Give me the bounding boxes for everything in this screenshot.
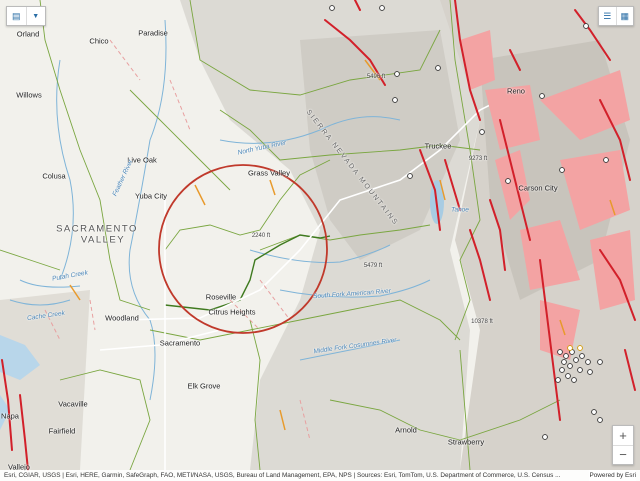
- city-label: Orland: [16, 29, 40, 39]
- city-label: Chico: [89, 36, 109, 46]
- city-label: Sacramento: [159, 338, 201, 348]
- region-label: SACRAMENTO: [56, 223, 138, 235]
- elevation-label: 5479 ft: [363, 263, 383, 269]
- city-label: Citrus Heights: [208, 307, 256, 317]
- map-view[interactable]: Orland Chico Paradise Willows Live Oak C…: [0, 0, 640, 481]
- zoom-controls: + −: [612, 425, 634, 465]
- water-label: Tahoe: [451, 206, 469, 214]
- city-label: Reno: [507, 86, 525, 96]
- elevation-label: 9273 ft: [468, 156, 488, 162]
- city-label: Roseville: [205, 292, 237, 302]
- layers-icon[interactable]: ▤: [7, 7, 27, 25]
- powered-by-link[interactable]: Powered by Esri: [589, 470, 636, 481]
- attribution-text: Esri, CGIAR, USGS | Esri, HERE, Garmin, …: [4, 472, 561, 479]
- city-label: Yuba City: [134, 191, 168, 201]
- city-label: Willows: [16, 90, 42, 100]
- basemap-grid-icon[interactable]: ▦: [617, 7, 634, 25]
- attribution-bar: Esri, CGIAR, USGS | Esri, HERE, Garmin, …: [0, 470, 640, 481]
- city-label: Carson City: [518, 183, 558, 193]
- city-label: Truckee: [424, 141, 452, 151]
- city-label: Arnold: [395, 425, 417, 435]
- city-label: Strawberry: [447, 437, 485, 447]
- zoom-out-button[interactable]: −: [613, 446, 633, 465]
- city-label: Paradise: [138, 28, 168, 38]
- layer-toolbar: ▤ ▼: [6, 6, 46, 26]
- city-label: Vacaville: [58, 399, 88, 409]
- city-label: Grass Valley: [248, 168, 290, 178]
- map-tools-toolbar: ☰ ▦: [598, 6, 634, 26]
- city-label: Woodland: [105, 313, 139, 323]
- region-label: VALLEY: [80, 234, 126, 246]
- city-label: Elk Grove: [187, 381, 221, 391]
- city-label: Napa: [1, 411, 19, 421]
- elevation-label: 2240 ft: [251, 233, 271, 239]
- city-label: Colusa: [42, 171, 66, 181]
- chevron-down-icon[interactable]: ▼: [27, 7, 46, 25]
- elevation-label: 5496 ft: [366, 74, 386, 80]
- zoom-in-button[interactable]: +: [613, 426, 633, 446]
- legend-icon[interactable]: ☰: [599, 7, 617, 25]
- city-label: Fairfield: [48, 426, 76, 436]
- elevation-label: 10378 ft: [471, 319, 493, 325]
